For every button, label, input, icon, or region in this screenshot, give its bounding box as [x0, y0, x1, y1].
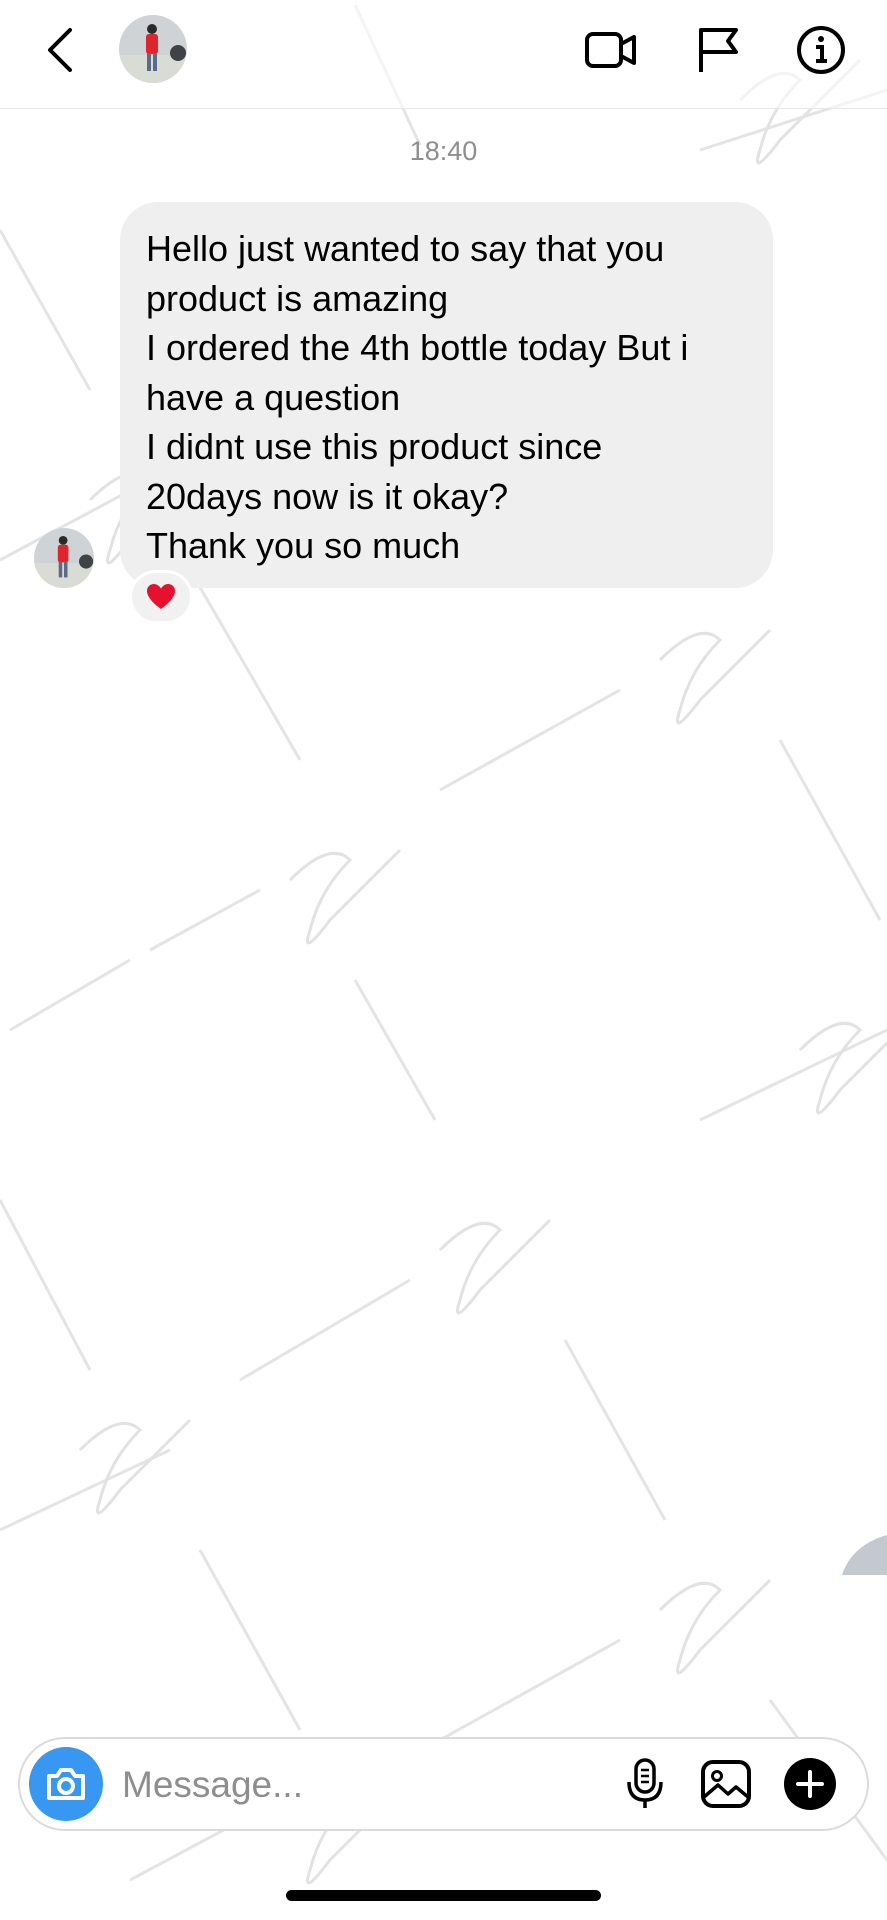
heart-icon — [147, 584, 175, 609]
chat-header — [0, 0, 887, 109]
plus-icon — [784, 1758, 836, 1810]
message-timestamp: 18:40 — [409, 136, 478, 166]
home-indicator[interactable] — [286, 1890, 601, 1901]
message-line: have a question — [146, 376, 401, 418]
avatar-image — [34, 528, 94, 588]
camera-icon — [47, 1768, 85, 1800]
message-line: I ordered the 4th bottle today But i — [146, 327, 689, 368]
gallery-button[interactable] — [693, 1751, 759, 1817]
chevron-left-icon — [48, 28, 72, 72]
message-composer — [18, 1737, 869, 1831]
report-button[interactable] — [688, 20, 748, 80]
flag-icon — [699, 28, 738, 72]
message-line: I didnt use this product since — [146, 426, 603, 467]
message-line: product is amazing — [146, 277, 449, 319]
video-camera-icon — [585, 32, 636, 68]
message-line: Hello just wanted to say that you — [146, 228, 665, 269]
more-options-button[interactable] — [777, 1751, 843, 1817]
back-button[interactable] — [38, 22, 82, 78]
camera-button[interactable] — [29, 1747, 103, 1821]
voice-message-button[interactable] — [612, 1751, 678, 1817]
microphone-icon — [627, 1758, 663, 1808]
sender-avatar[interactable] — [34, 528, 94, 588]
gallery-icon — [701, 1760, 751, 1808]
contact-avatar[interactable] — [119, 15, 187, 83]
avatar-image — [119, 15, 187, 83]
message-input[interactable] — [120, 1755, 604, 1815]
message-line: 20days now is it okay? — [146, 475, 509, 517]
heart-reaction[interactable] — [129, 570, 193, 624]
video-call-button[interactable] — [581, 20, 641, 80]
incoming-message-bubble[interactable]: Hello just wanted to say that you produc… — [120, 202, 773, 588]
info-icon — [797, 26, 845, 74]
message-line: Thank you so much — [146, 525, 461, 566]
conversation-info-button[interactable] — [791, 20, 851, 80]
